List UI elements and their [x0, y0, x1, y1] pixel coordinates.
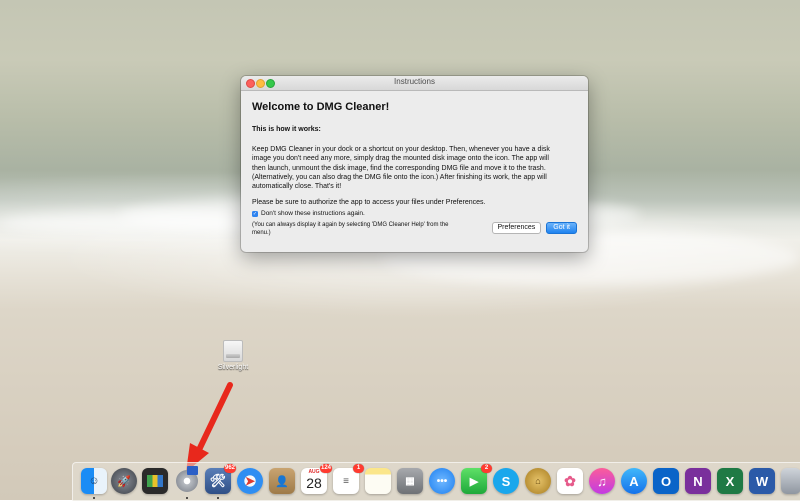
itunes-music-icon[interactable]: ♫: [589, 468, 615, 494]
gold-coin-app-icon[interactable]: ⌂: [525, 468, 551, 494]
arrow-shaft: [195, 382, 233, 455]
floppy-icon: [187, 466, 198, 475]
disk-eject-icon[interactable]: [174, 466, 200, 494]
mission-control-icon[interactable]: [142, 468, 168, 494]
app-store-icon[interactable]: A: [621, 468, 647, 494]
calendar-icon[interactable]: AUG 28 124: [301, 464, 332, 494]
notes-icon[interactable]: [365, 468, 391, 494]
calendar-day: 28: [306, 475, 322, 491]
contacts-book-icon[interactable]: 👤: [269, 468, 295, 494]
running-indicator: [93, 497, 95, 499]
calendar-badge: 124: [319, 464, 332, 473]
onenote-icon[interactable]: N: [685, 468, 711, 494]
excel-icon[interactable]: X: [717, 468, 743, 494]
calculator-icon[interactable]: ▦: [397, 468, 423, 494]
facetime-badge: 2: [481, 464, 492, 473]
dock: ☺ 🚀 🛠 962 ➤ 👤 AUG 28 124 ≡ 1 ▦ ••• ▶ 2 S…: [72, 462, 800, 501]
finder-icon[interactable]: ☺: [81, 468, 107, 494]
photos-flower-icon[interactable]: ✿: [557, 468, 583, 494]
messages-bubble-icon[interactable]: •••: [429, 468, 455, 494]
facetime-camera-icon[interactable]: ▶ 2: [461, 464, 492, 494]
dmg-app-icon[interactable]: 🛠 962: [205, 464, 236, 494]
skype-icon[interactable]: S: [493, 468, 519, 494]
running-indicator: [186, 497, 188, 499]
reminders-list-icon[interactable]: ≡ 1: [333, 464, 364, 494]
word-icon[interactable]: W: [749, 468, 775, 494]
outlook-icon[interactable]: O: [653, 468, 679, 494]
launchpad-rocket-icon[interactable]: 🚀: [111, 468, 137, 494]
safari-compass-icon[interactable]: ➤: [237, 468, 263, 494]
running-indicator: [217, 497, 219, 499]
red-arrow-annotation: [186, 382, 233, 472]
more-app-icon[interactable]: [781, 468, 800, 494]
reminders-badge: 1: [353, 464, 364, 473]
notification-badge: 962: [223, 464, 236, 473]
